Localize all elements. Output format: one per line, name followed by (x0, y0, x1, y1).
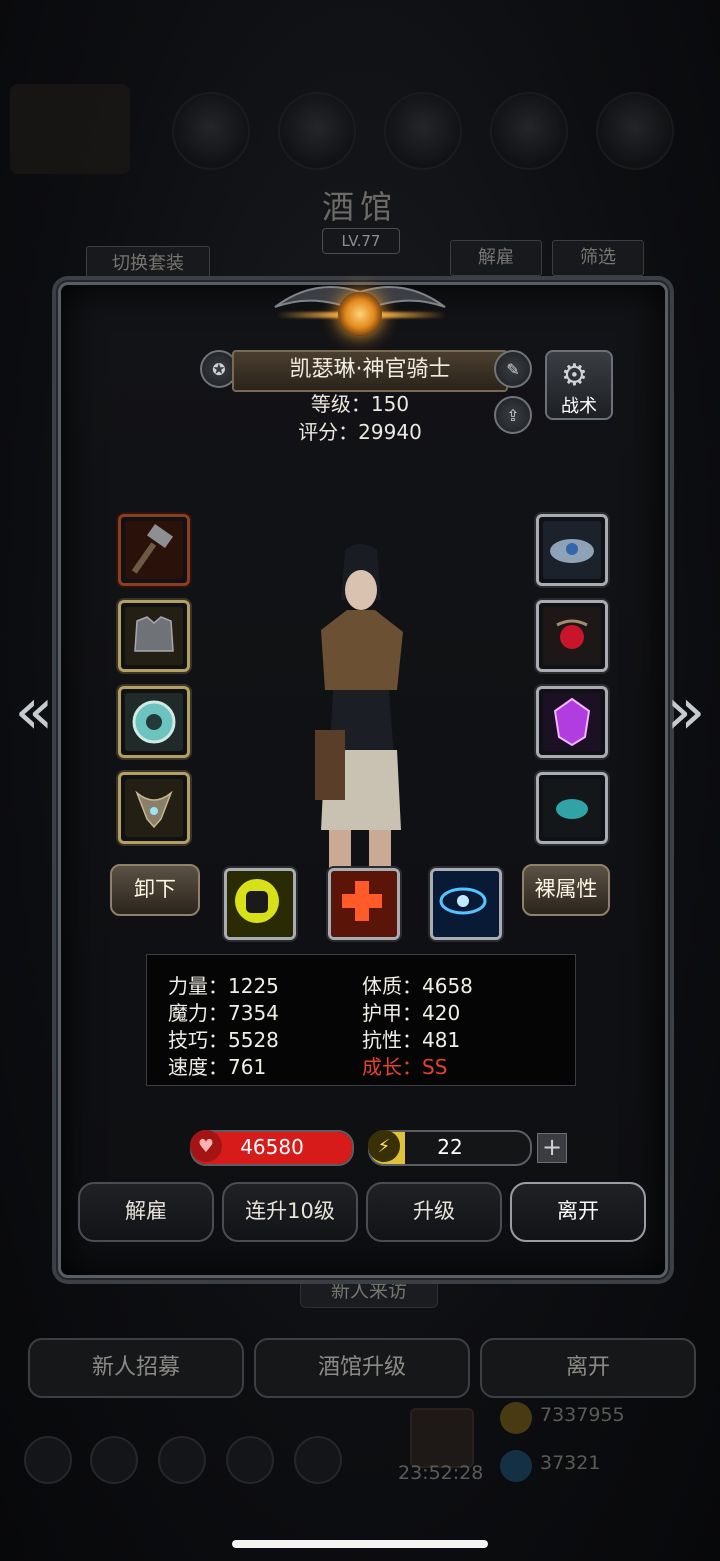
background-leave-button: 离开 (480, 1338, 696, 1398)
crown-icon (543, 521, 601, 579)
background-nav-icon (90, 1436, 138, 1484)
background-menu-icon (278, 92, 356, 170)
stat-armor: 护甲：420 (362, 1001, 461, 1025)
weapon-slot[interactable] (118, 514, 190, 586)
armor-slot[interactable] (118, 600, 190, 672)
background-nav-icon (158, 1436, 206, 1484)
edit-name-icon[interactable]: ✎ (494, 350, 532, 388)
lightning-icon: ⚡ (368, 1130, 400, 1162)
add-energy-button[interactable]: + (537, 1133, 567, 1163)
background-menu-icon (490, 92, 568, 170)
hero-level: 等级：150 (310, 392, 410, 416)
new-visitor-label: 新人来访 (300, 1274, 438, 1308)
base-attributes-button[interactable]: 裸属性 (522, 864, 610, 916)
relic-slot[interactable] (536, 600, 608, 672)
background-nav-icon (226, 1436, 274, 1484)
stat-constitution: 体质：4658 (362, 974, 473, 998)
recruit-button: 新人招募 (28, 1338, 244, 1398)
helm-slot[interactable] (536, 514, 608, 586)
skill-slot-3[interactable] (430, 868, 502, 940)
teal-stone-icon (543, 779, 601, 837)
background-avatar (10, 84, 130, 174)
skill-slot-1[interactable] (224, 868, 296, 940)
stat-speed: 速度：761 (168, 1055, 267, 1079)
next-hero-arrow-icon[interactable]: » (662, 680, 710, 746)
leave-button[interactable]: 离开 (510, 1182, 646, 1242)
fist-icon (227, 871, 293, 937)
gem-ring-icon (125, 693, 183, 751)
gem-amount: 37321 (540, 1452, 601, 1474)
gold-coin-icon (500, 1402, 532, 1434)
heal-cross-icon (331, 871, 397, 937)
stat-magic: 魔力：7354 (168, 1001, 279, 1025)
stat-strength: 力量：1225 (168, 974, 279, 998)
background-menu-icon (384, 92, 462, 170)
background-nav-icon (24, 1436, 72, 1484)
gold-amount: 7337955 (540, 1404, 625, 1426)
red-orb-relic-icon (543, 607, 601, 665)
heart-icon: ♥ (190, 1130, 222, 1162)
amulet-icon (125, 779, 183, 837)
tavern-title: 酒馆 (321, 188, 398, 226)
gift-timer: 23:52:28 (398, 1462, 484, 1484)
level-up-10-button[interactable]: 连升10级 (222, 1182, 358, 1242)
armor-icon (125, 607, 183, 665)
unequip-button[interactable]: 卸下 (110, 864, 200, 916)
tavern-upgrade-button: 酒馆升级 (254, 1338, 470, 1398)
previous-hero-arrow-icon[interactable]: « (10, 680, 58, 746)
background-menu-icon (172, 92, 250, 170)
background-dismiss-button: 解雇 (450, 240, 542, 276)
ring-slot[interactable] (118, 686, 190, 758)
dismiss-button[interactable]: 解雇 (78, 1182, 214, 1242)
switch-outfit-button: 切换套装 (86, 246, 210, 282)
stat-resistance: 抗性：481 (362, 1028, 461, 1052)
gift-box-icon (410, 1408, 474, 1468)
hero-score: 评分：29940 (298, 420, 422, 444)
level-up-button[interactable]: 升级 (366, 1182, 502, 1242)
hammer-icon (125, 521, 183, 579)
crystal-slot[interactable] (536, 686, 608, 758)
rank-emblem-icon (338, 292, 382, 336)
background-menu-icon (596, 92, 674, 170)
tavern-level: LV.77 (322, 228, 400, 254)
hero-name: 凯瑟琳·神官骑士 (232, 350, 508, 392)
stone-slot[interactable] (536, 772, 608, 844)
background-filter-button: 筛选 (552, 240, 644, 276)
stat-growth: 成长：SS (362, 1055, 448, 1079)
purple-crystal-icon (543, 693, 601, 751)
background-nav-icon (294, 1436, 342, 1484)
gem-icon (500, 1450, 532, 1482)
amulet-slot[interactable] (118, 772, 190, 844)
eye-icon (433, 871, 499, 937)
skill-slot-2[interactable] (328, 868, 400, 940)
home-indicator (232, 1540, 488, 1548)
stat-skill: 技巧：5528 (168, 1028, 279, 1052)
